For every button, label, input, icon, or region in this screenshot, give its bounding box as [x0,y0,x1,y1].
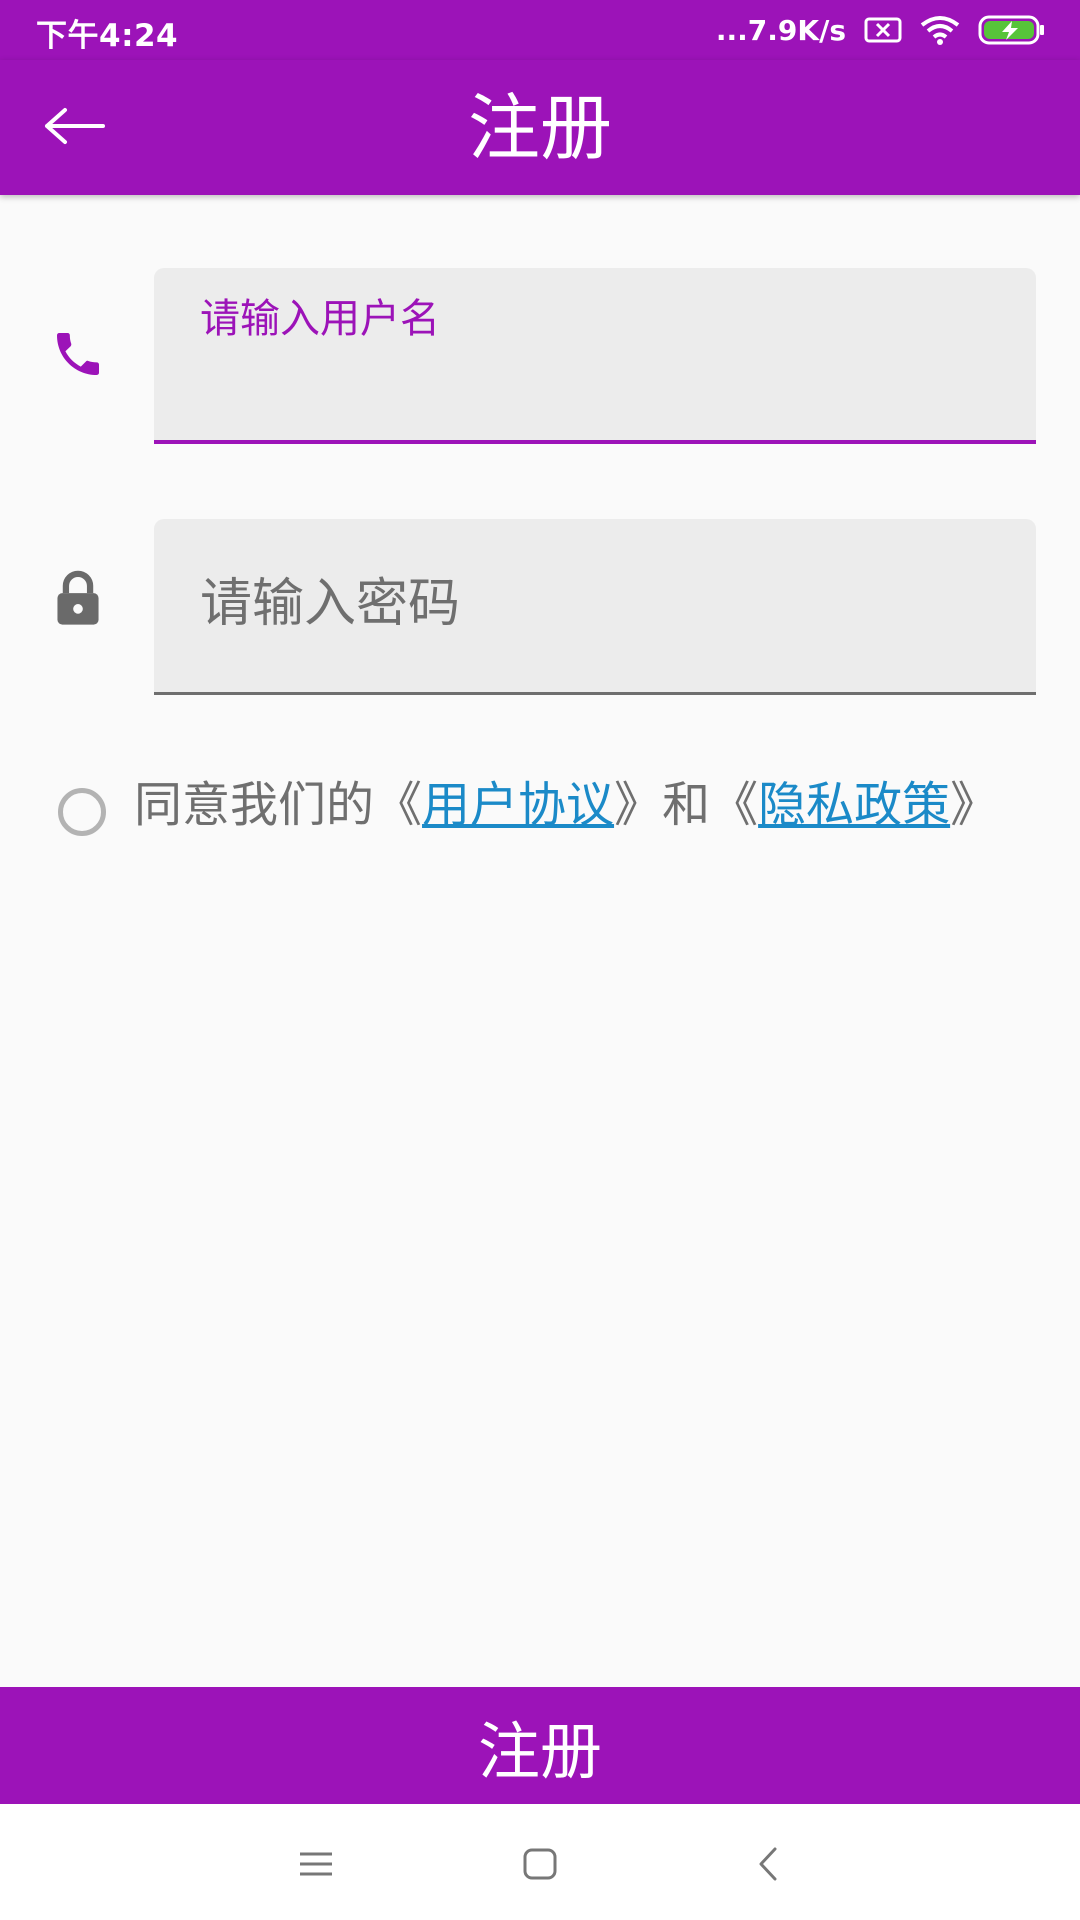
home-icon[interactable] [510,1842,570,1886]
app-bar: 注册 [0,60,1080,195]
sim-disabled-icon [864,17,902,43]
battery-charging-icon [978,15,1046,45]
network-speed: ...7.9K/s [715,13,846,47]
privacy-policy-link[interactable]: 隐私政策 [758,777,950,833]
close-quote: 》 [614,777,663,833]
phone-icon [46,322,110,386]
password-input[interactable] [200,559,980,649]
back-icon[interactable] [738,1842,798,1886]
agreement-conjunction: 和 [662,777,711,833]
open-quote: 《 [374,777,423,833]
wifi-icon [920,15,960,45]
agreement-prefix: 同意我们的 [134,777,375,833]
password-field[interactable] [154,519,1036,695]
agreement-text: 同意我们的《用户协议》和《隐私政策》 [134,770,1014,840]
open-quote: 《 [710,777,759,833]
close-quote: 》 [950,777,999,833]
username-input[interactable] [200,328,980,418]
status-right: ...7.9K/s [716,8,1046,52]
register-button[interactable]: 注册 [0,1687,1080,1804]
lock-icon [46,566,110,630]
user-agreement-link[interactable]: 用户协议 [422,777,614,833]
nav-bar [0,1804,1080,1920]
status-bar: 下午4:24 ...7.9K/s [0,0,1080,60]
page-title: 注册 [467,86,612,170]
agreement-row: 同意我们的《用户协议》和《隐私政策》 [58,770,1018,860]
agreement-radio[interactable] [58,788,106,836]
username-field[interactable]: 请输入用户名 [154,268,1036,444]
menu-icon[interactable] [286,1842,346,1886]
status-time: 下午4:24 [36,18,179,54]
